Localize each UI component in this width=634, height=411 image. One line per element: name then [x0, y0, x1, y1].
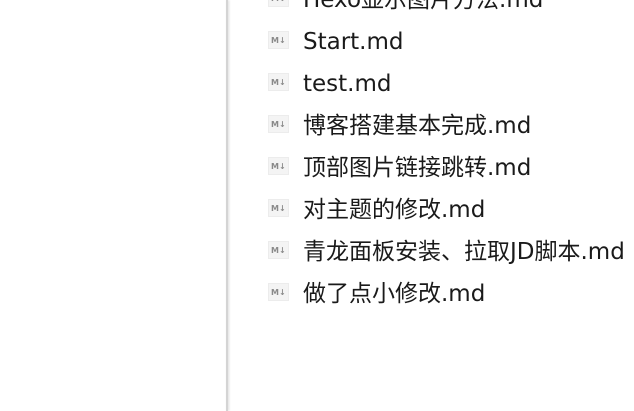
markdown-file-icon: M↓ [268, 199, 289, 217]
markdown-file-icon: M↓ [268, 241, 289, 259]
markdown-file-icon: M↓ [268, 115, 289, 133]
file-name: Hexo显示图片方法.md [303, 0, 544, 13]
file-item[interactable]: M↓ 博客搭建基本完成.md [228, 105, 634, 147]
file-item[interactable]: M↓ 青龙面板安装、拉取JD脚本.md [228, 231, 634, 273]
file-name: Start.md [303, 29, 404, 55]
left-pane [0, 0, 226, 411]
file-name: 青龙面板安装、拉取JD脚本.md [303, 239, 625, 265]
file-item[interactable]: M↓ Hexo显示图片方法.md [228, 0, 634, 21]
markdown-file-icon: M↓ [268, 157, 289, 175]
markdown-file-icon: M↓ [268, 31, 289, 49]
svg-text:M↓: M↓ [271, 288, 286, 297]
file-name: 顶部图片链接跳转.md [303, 155, 532, 181]
markdown-file-icon: M↓ [268, 73, 289, 91]
file-item[interactable]: M↓ 对主题的修改.md [228, 189, 634, 231]
file-name: 做了点小修改.md [303, 281, 486, 307]
file-browser-window: M↓ Hexo显示图片方法.md M↓ Start.md M↓ test.md … [0, 0, 634, 411]
svg-text:M↓: M↓ [271, 162, 286, 171]
file-list: M↓ Hexo显示图片方法.md M↓ Start.md M↓ test.md … [228, 0, 634, 411]
svg-text:M↓: M↓ [271, 204, 286, 213]
svg-text:M↓: M↓ [271, 246, 286, 255]
markdown-file-icon: M↓ [268, 0, 289, 7]
svg-text:M↓: M↓ [271, 0, 286, 3]
file-item[interactable]: M↓ test.md [228, 63, 634, 105]
file-item[interactable]: M↓ 做了点小修改.md [228, 273, 634, 315]
file-item[interactable]: M↓ 顶部图片链接跳转.md [228, 147, 634, 189]
svg-text:M↓: M↓ [271, 78, 286, 87]
file-name: 博客搭建基本完成.md [303, 113, 532, 139]
markdown-file-icon: M↓ [268, 283, 289, 301]
file-item[interactable]: M↓ Start.md [228, 21, 634, 63]
svg-text:M↓: M↓ [271, 120, 286, 129]
svg-text:M↓: M↓ [271, 36, 286, 45]
file-name: 对主题的修改.md [303, 197, 486, 223]
file-name: test.md [303, 71, 392, 97]
